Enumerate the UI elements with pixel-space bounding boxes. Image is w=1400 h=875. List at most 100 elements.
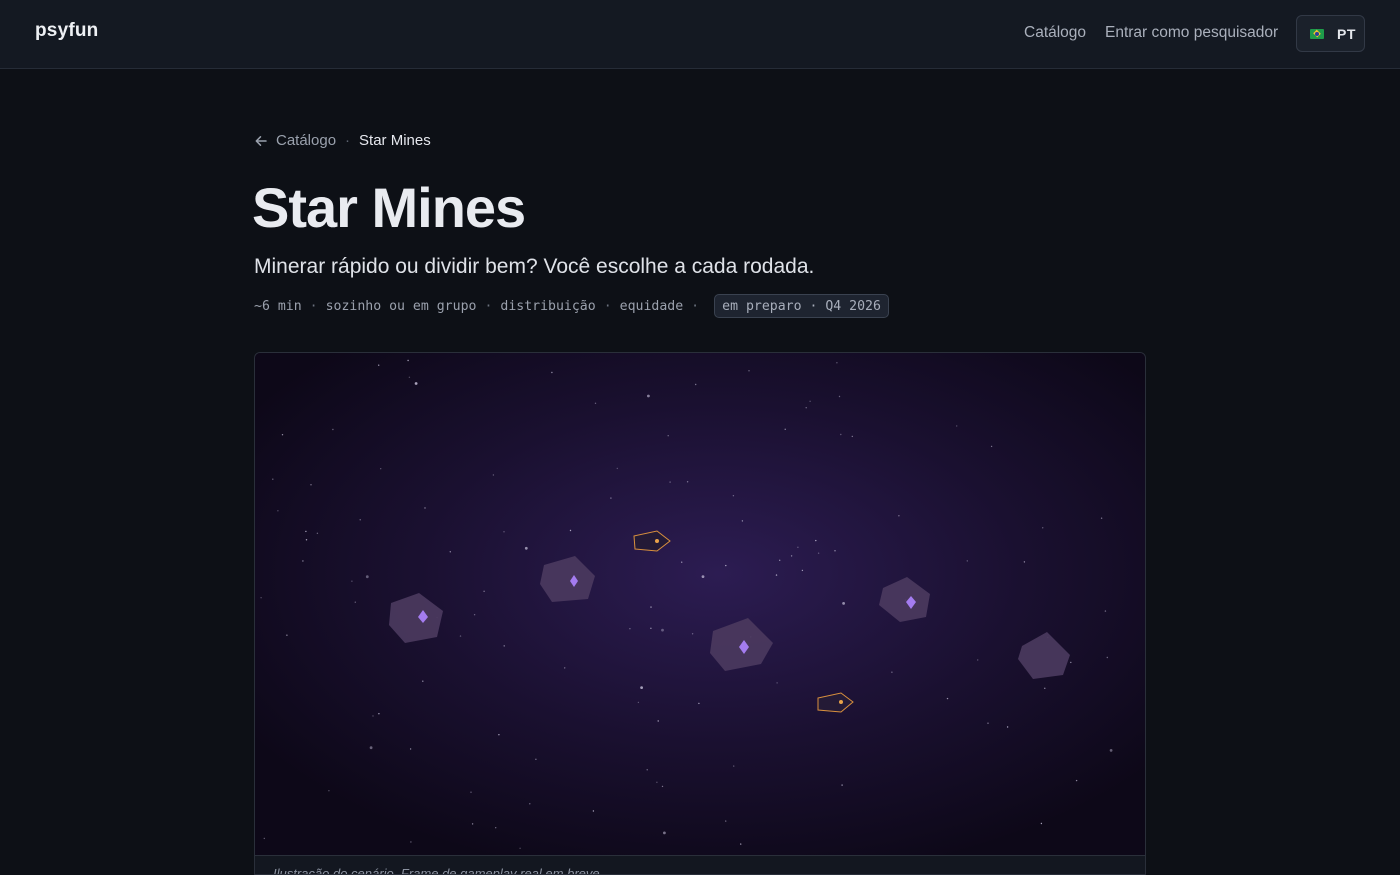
star	[725, 564, 727, 567]
star	[551, 371, 553, 374]
breadcrumb-link-catalog[interactable]: Catálogo	[276, 132, 336, 149]
star	[459, 635, 462, 637]
star	[378, 364, 380, 366]
nav-link-catalog[interactable]: Catálogo	[1024, 24, 1086, 42]
language-label: PT	[1337, 25, 1356, 42]
star	[838, 395, 841, 398]
scene-caption-bar: Ilustração do cenário. Frame de gameplay…	[255, 855, 1145, 875]
star	[834, 550, 836, 552]
star	[407, 359, 409, 362]
star	[483, 590, 485, 592]
star	[316, 532, 319, 534]
star	[741, 520, 744, 522]
star	[610, 497, 612, 499]
star	[956, 425, 958, 427]
star	[503, 645, 505, 647]
star	[408, 376, 411, 378]
star	[263, 837, 265, 840]
star	[725, 820, 727, 822]
star	[260, 597, 262, 599]
brand-logo[interactable]: psyfun	[35, 20, 98, 42]
meta-duration: ~6 min	[254, 298, 302, 314]
star	[646, 769, 648, 771]
star	[281, 434, 284, 436]
star	[409, 748, 412, 750]
star	[277, 510, 279, 512]
arrow-left-icon[interactable]	[254, 134, 268, 148]
star	[775, 574, 778, 576]
star	[805, 407, 807, 409]
star	[842, 602, 845, 605]
star	[801, 569, 804, 572]
star	[1023, 561, 1026, 563]
breadcrumb-separator: ·	[345, 132, 351, 149]
star	[449, 551, 451, 553]
star	[1104, 610, 1107, 612]
breadcrumb-current: Star Mines	[359, 132, 431, 149]
star	[471, 823, 474, 825]
star	[470, 791, 472, 793]
star	[1006, 726, 1009, 728]
star	[369, 746, 373, 750]
meta-separator: ·	[603, 298, 612, 314]
star	[840, 433, 842, 436]
star	[616, 467, 618, 470]
meta-separator: ·	[484, 298, 493, 314]
star	[784, 428, 786, 430]
star	[332, 428, 334, 431]
star	[378, 713, 380, 715]
star	[681, 561, 683, 563]
star	[779, 559, 781, 561]
star	[529, 803, 531, 805]
star	[691, 633, 694, 635]
brazil-flag-icon	[1310, 28, 1324, 39]
star	[797, 546, 799, 548]
language-switcher-button[interactable]: PT	[1296, 15, 1365, 52]
star	[473, 614, 476, 616]
top-navbar: psyfun Catálogo Entrar como pesquisador …	[0, 0, 1400, 69]
page-title: Star Mines	[252, 176, 526, 239]
game-meta-row: ~6 min · sozinho ou em grupo · distribui…	[254, 294, 889, 318]
nav-link-researcher-login[interactable]: Entrar como pesquisador	[1105, 24, 1278, 42]
star	[1070, 661, 1072, 664]
star	[629, 628, 631, 630]
star	[564, 667, 566, 669]
star	[661, 628, 664, 632]
star	[815, 539, 817, 542]
star	[733, 765, 735, 767]
meta-tag-distribution: distribuição	[500, 298, 596, 314]
star	[535, 758, 537, 760]
star	[637, 701, 640, 704]
scene-caption: Ilustração do cenário. Frame de gameplay…	[273, 866, 604, 875]
star	[657, 720, 659, 722]
star	[1075, 779, 1078, 782]
meta-tag-equity: equidade	[619, 298, 684, 314]
star	[966, 560, 968, 562]
star	[310, 484, 312, 486]
star	[372, 715, 374, 717]
star	[669, 481, 671, 483]
star	[498, 734, 500, 736]
star	[650, 606, 652, 608]
star	[359, 519, 361, 521]
star	[302, 560, 304, 562]
star	[817, 552, 820, 554]
star	[661, 785, 664, 788]
star	[305, 539, 308, 541]
star	[841, 784, 843, 786]
star	[776, 682, 778, 684]
breadcrumb: Catálogo · Star Mines	[254, 132, 431, 149]
status-badge: em preparo · Q4 2026	[714, 294, 889, 318]
star	[695, 383, 697, 386]
star	[640, 686, 643, 689]
star	[1044, 687, 1046, 689]
star	[740, 843, 742, 845]
star	[524, 546, 528, 550]
star	[698, 702, 700, 705]
scene-canvas	[255, 353, 1145, 855]
star	[410, 841, 412, 843]
star	[328, 790, 330, 792]
star	[495, 827, 497, 829]
star	[650, 627, 652, 629]
star	[990, 445, 993, 448]
